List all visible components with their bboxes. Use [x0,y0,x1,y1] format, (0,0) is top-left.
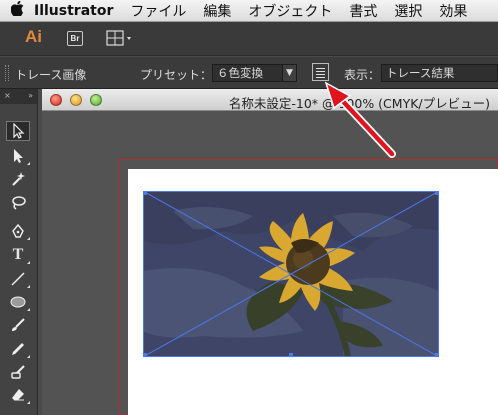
view-value: トレース結果 [386,66,455,80]
arrange-documents-icon [106,30,131,46]
chevron-down-icon: ▼ [282,65,296,81]
menu-object[interactable]: オブジェクト [248,1,332,21]
preset-dropdown[interactable]: ６色変換 ▼ [212,64,297,82]
document-title: 名称未設定-10* @ 100% (CMYK/プレビュー) [228,96,490,111]
expand-icon[interactable]: » [28,91,33,102]
selection-handle[interactable] [143,191,147,195]
menu-effect[interactable]: 効果 [439,1,467,21]
line-segment-tool[interactable] [6,269,30,289]
paintbrush-tool[interactable] [6,315,30,335]
close-icon[interactable]: × [4,91,11,102]
control-panel: トレース画像 プリセット： ６色変換 ▼ 表示： トレース結果 [0,57,498,89]
view-label: 表示： [344,68,381,82]
selection-handle[interactable] [143,353,147,357]
panel-grip[interactable] [5,65,9,81]
direct-selection-icon [14,149,23,163]
menu-bar: Illustrator ファイル 編集 オブジェクト 書式 選択 効果 [0,0,498,22]
selection-tool[interactable] [6,121,30,141]
eraser-icon [12,389,24,401]
menu-edit[interactable]: 編集 [203,1,231,21]
view-dropdown[interactable]: トレース結果 [381,64,498,82]
pencil-tool[interactable] [6,339,30,359]
selection-arrow-icon [13,123,25,139]
magic-wand-icon [12,172,25,186]
arrange-documents-button[interactable] [106,30,134,47]
preset-label: プリセット： [140,68,213,82]
line-icon [11,272,25,286]
document-window: 名称未設定-10* @ 100% (CMYK/プレビュー) [42,89,498,415]
menu-type[interactable]: 書式 [349,1,377,21]
pen-icon [12,223,24,238]
lasso-tool[interactable] [6,193,30,213]
bridge-button[interactable]: Br [67,31,83,46]
direct-selection-tool[interactable] [6,146,30,166]
magic-wand-tool[interactable] [6,169,30,189]
type-tool[interactable]: T [6,245,30,265]
traced-sunflower-image[interactable] [143,191,439,357]
selection-handle[interactable] [435,353,439,357]
minimize-window-button[interactable] [70,94,82,106]
type-t-icon: T [12,246,24,263]
tools-panel-header: × » [0,89,37,104]
tools-panel: × » T [0,89,38,415]
pencil-icon [12,343,24,355]
app-menu[interactable]: Illustrator [34,3,113,19]
blob-brush-tool[interactable] [6,362,30,382]
lasso-icon [12,196,26,210]
ellipse-tool[interactable] [6,292,30,312]
tracing-options-button[interactable] [312,63,329,81]
document-title-bar[interactable]: 名称未設定-10* @ 100% (CMYK/プレビュー) [42,89,498,111]
blob-brush-icon [11,365,25,379]
zoom-window-button[interactable] [90,94,102,106]
preset-value: ６色変換 [217,66,263,80]
menu-file[interactable]: ファイル [130,1,186,21]
ellipse-icon [10,296,26,308]
paintbrush-icon [12,318,25,331]
selection-handle[interactable] [435,191,439,195]
application-bar: Ai Br [0,22,498,56]
close-window-button[interactable] [50,94,62,106]
menu-select[interactable]: 選択 [394,1,422,21]
illustrator-logo: Ai [25,27,42,46]
eraser-tool[interactable] [6,385,30,405]
selection-handle[interactable] [289,353,293,357]
control-panel-title: トレース画像 [15,68,87,82]
pen-tool[interactable] [6,221,30,241]
apple-menu-icon[interactable] [0,0,34,20]
